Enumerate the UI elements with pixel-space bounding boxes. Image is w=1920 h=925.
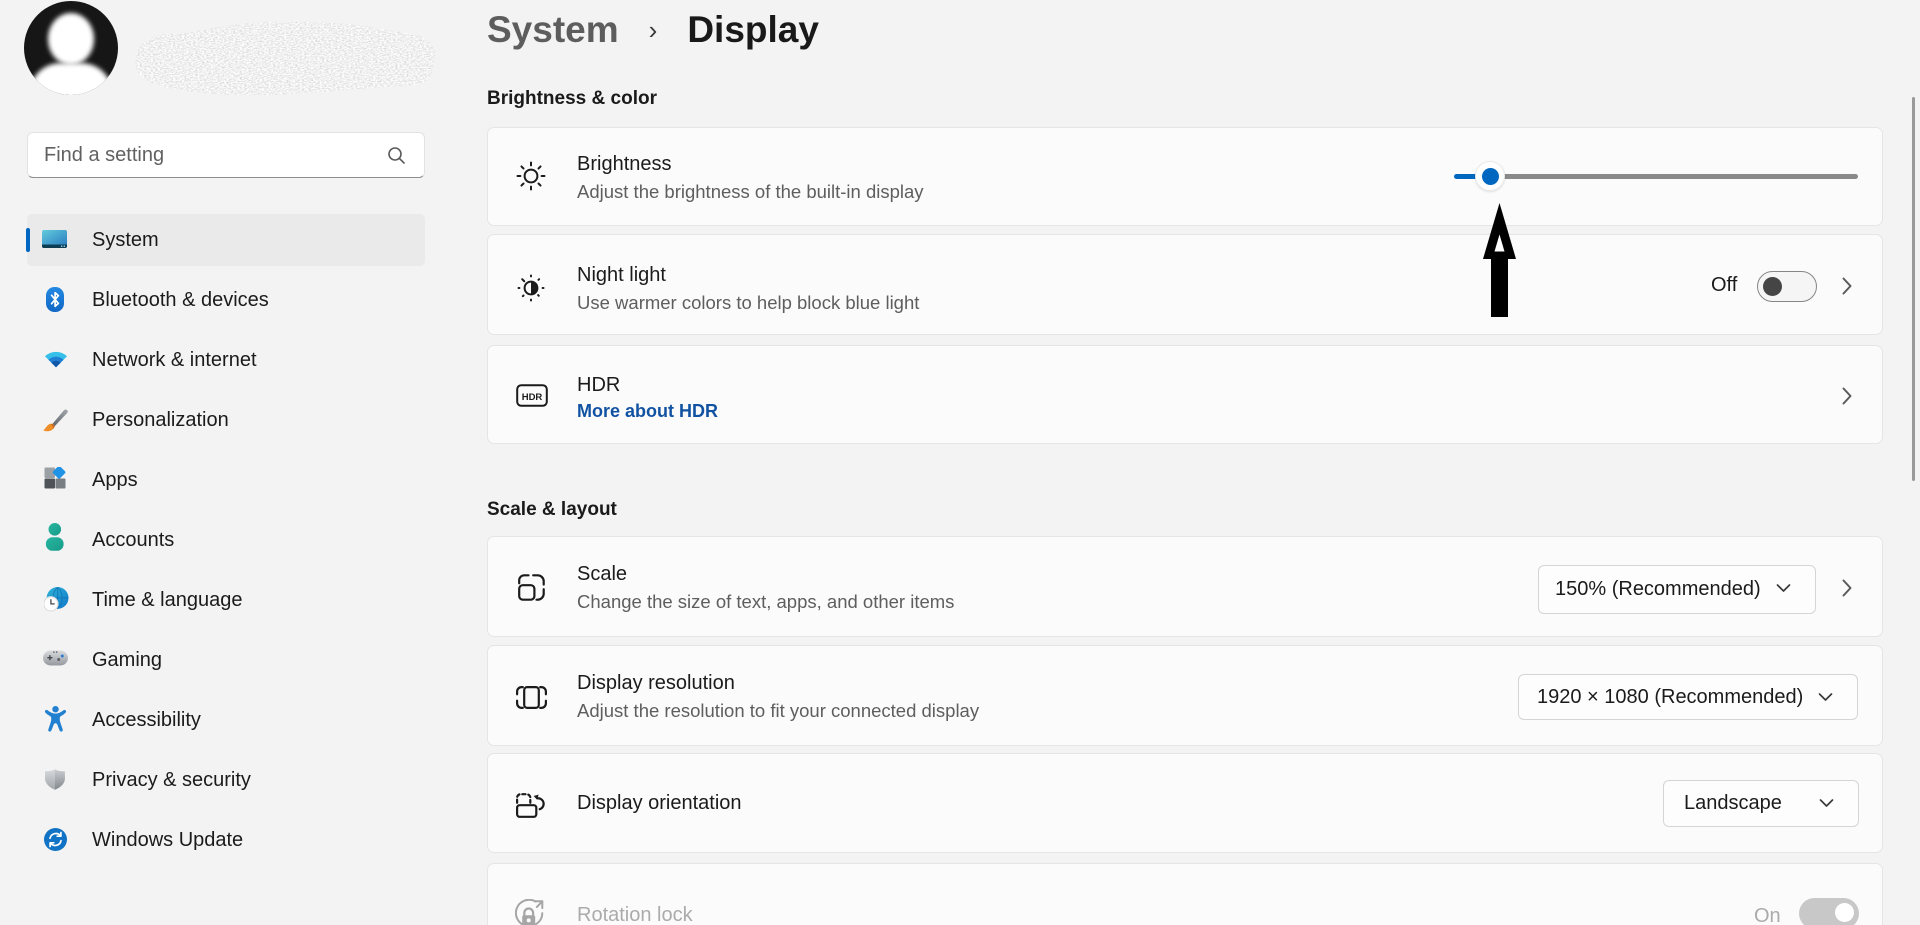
svg-text:HDR: HDR [522, 392, 543, 403]
